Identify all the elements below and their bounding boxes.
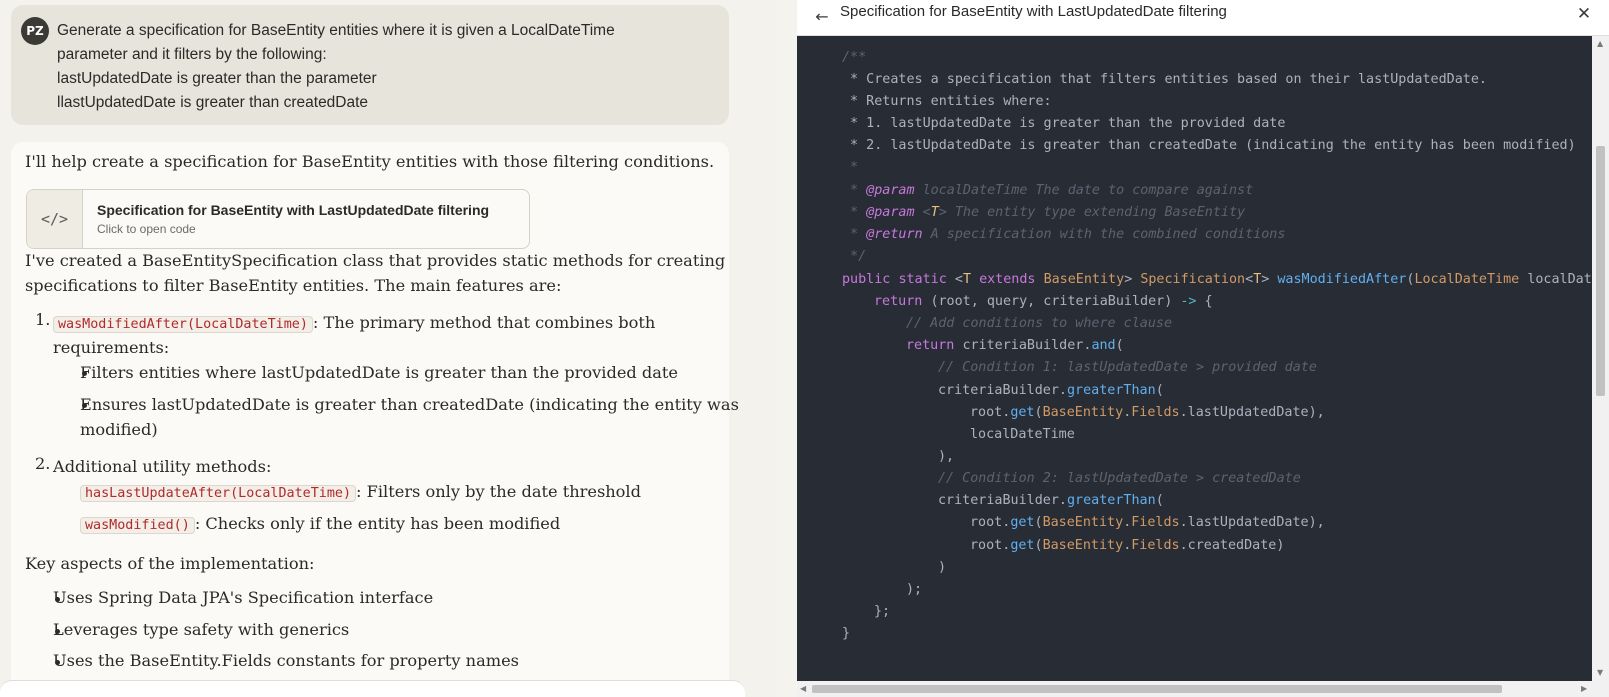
code-line: root.get(BaseEntity.Fields.lastUpdatedDa…	[970, 405, 1325, 420]
code-line: ),	[938, 449, 955, 464]
chat-column: PZ Generate a specification for BaseEnti…	[0, 0, 776, 697]
paragraph-line: specifications to filter BaseEntity enti…	[25, 276, 562, 295]
code-line: // Add conditions to where clause	[906, 316, 1173, 331]
horizontal-scroll-thumb[interactable]	[812, 685, 1502, 693]
code-line: return criteriaBuilder.and(	[906, 338, 1124, 353]
aspect-item: Uses Spring Data JPA's Specification int…	[53, 588, 434, 607]
code-line: // Condition 2: lastUpdatedDate > create…	[938, 471, 1301, 486]
list-item-text: requirements:	[53, 338, 170, 357]
code-line: criteriaBuilder.greaterThan(	[938, 493, 1164, 508]
code-line: public static <T extends BaseEntity> Spe…	[842, 272, 1592, 287]
list-number: 1.	[35, 310, 51, 329]
code-line: };	[874, 604, 891, 619]
aspect-item: Leverages type safety with generics	[53, 620, 350, 639]
code-line: * 2. lastUpdatedDate is greater than cre…	[842, 138, 1576, 153]
sub-list-desc: : Checks only if the entity has been mod…	[194, 514, 561, 533]
code-line: localDateTime	[970, 427, 1075, 442]
code-panel: ← Specification for BaseEntity with Last…	[797, 0, 1609, 697]
user-message-line: Generate a specification for BaseEntity …	[57, 22, 615, 39]
scroll-left-icon[interactable]: ◀	[800, 684, 806, 693]
sub-list-item: Ensures lastUpdatedDate is greater than …	[80, 395, 739, 414]
user-message: PZ Generate a specification for BaseEnti…	[11, 5, 729, 125]
scroll-up-icon[interactable]: ▲	[1597, 39, 1603, 48]
list-item-text: wasModifiedAfter(LocalDateTime): The pri…	[53, 310, 655, 338]
paragraph-line: I've created a BaseEntitySpecification c…	[25, 251, 726, 270]
panel-header: ← Specification for BaseEntity with Last…	[797, 0, 1609, 36]
artifact-title: Specification for BaseEntity with LastUp…	[97, 202, 490, 218]
code-line: * Creates a specification that filters e…	[842, 72, 1487, 87]
code-line: */	[842, 249, 867, 264]
artifact-card[interactable]: </> Specification for BaseEntity with La…	[26, 189, 530, 249]
arrow-left-icon[interactable]: ←	[811, 5, 833, 27]
sub-list-item: wasModified(): Checks only if the entity…	[80, 511, 560, 539]
sub-list-item: hasLastUpdateAfter(LocalDateTime): Filte…	[80, 479, 641, 507]
close-icon[interactable]: ✕	[1573, 3, 1595, 25]
code-line: root.get(BaseEntity.Fields.createdDate)	[970, 538, 1285, 553]
code-line: /**	[842, 50, 867, 65]
user-message-line: parameter and it filters by the followin…	[57, 46, 327, 63]
list-number: 2.	[35, 454, 51, 473]
user-message-line: lastUpdatedDate is greater than the para…	[57, 70, 377, 87]
list-item-text: Additional utility methods:	[53, 457, 272, 476]
horizontal-scrollbar[interactable]: ◀ ▶	[797, 681, 1609, 697]
assistant-message: I'll help create a specification for Bas…	[11, 142, 739, 697]
code-viewer[interactable]: /** * Creates a specification that filte…	[797, 36, 1592, 681]
sub-list-item: modified)	[80, 420, 158, 439]
aspect-item: Uses the BaseEntity.Fields constants for…	[53, 651, 519, 670]
scroll-down-icon[interactable]: ▼	[1597, 668, 1603, 677]
code-line: *	[842, 160, 859, 175]
artifact-subtitle: Click to open code	[97, 222, 196, 236]
inline-code: wasModified()	[80, 517, 195, 534]
panel-title: Specification for BaseEntity with LastUp…	[840, 3, 1227, 20]
user-message-line: llastUpdatedDate is greater than created…	[57, 94, 369, 111]
code-line: root.get(BaseEntity.Fields.lastUpdatedDa…	[970, 515, 1325, 530]
code-line: * @param <T> The entity type extending B…	[842, 205, 1246, 220]
user-avatar: PZ	[21, 17, 49, 45]
list-item-desc: : The primary method that combines both	[312, 313, 656, 332]
code-line: * @param localDateTime The date to compa…	[842, 183, 1254, 198]
sub-list-item: Filters entities where lastUpdatedDate i…	[80, 363, 679, 382]
code-line: * Returns entities where:	[842, 94, 1052, 109]
vertical-scrollbar[interactable]: ▲ ▼	[1592, 36, 1609, 681]
user-message-text: Generate a specification for BaseEntity …	[57, 19, 717, 115]
inline-code: hasLastUpdateAfter(LocalDateTime)	[80, 485, 357, 502]
paragraph-line: Key aspects of the implementation:	[25, 554, 315, 573]
code-line: return (root, query, criteriaBuilder) ->…	[874, 294, 1213, 309]
code-line: criteriaBuilder.greaterThan(	[938, 383, 1164, 398]
inline-code: wasModifiedAfter(LocalDateTime)	[53, 316, 313, 333]
scroll-right-icon[interactable]: ▶	[1581, 684, 1587, 693]
assistant-intro: I'll help create a specification for Bas…	[25, 152, 715, 171]
vertical-scroll-thumb[interactable]	[1596, 146, 1605, 396]
code-line: // Condition 1: lastUpdatedDate > provid…	[938, 360, 1317, 375]
code-line: );	[906, 582, 923, 597]
chat-input-edge[interactable]	[0, 680, 745, 697]
code-line: * 1. lastUpdatedDate is greater than the…	[842, 116, 1286, 131]
code-line: )	[938, 560, 947, 575]
code-line: * @return A specification with the combi…	[842, 227, 1286, 242]
code-line: }	[842, 626, 851, 641]
sub-list-desc: : Filters only by the date threshold	[356, 482, 641, 501]
code-icon: </>	[27, 190, 83, 248]
